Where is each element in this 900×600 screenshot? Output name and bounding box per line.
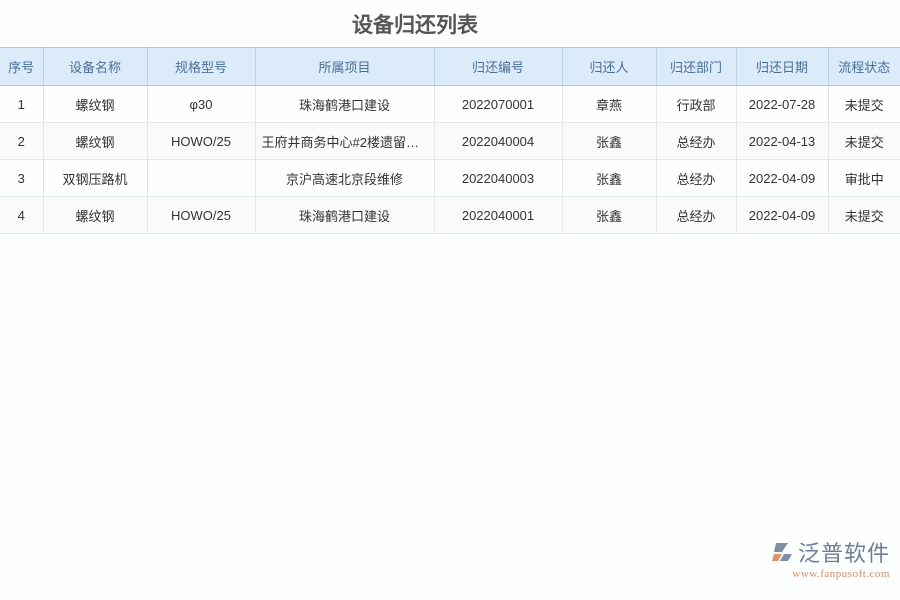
cell-project: 王府井商务中心#2楼遗留问题 [255,123,434,160]
cell-spec [147,160,255,197]
cell-project: 京沪高速北京段维修 [255,160,434,197]
cell-status: 审批中 [828,160,900,197]
cell-device-name: 螺纹钢 [43,123,147,160]
table-row[interactable]: 4螺纹钢HOWO/25珠海鹤港口建设2022040001张鑫总经办2022-04… [0,197,900,234]
col-device-name[interactable]: 设备名称 [43,48,147,86]
cell-return-date: 2022-04-13 [736,123,828,160]
cell-return-date: 2022-07-28 [736,86,828,123]
col-status[interactable]: 流程状态 [828,48,900,86]
cell-device-name: 螺纹钢 [43,86,147,123]
cell-returner: 张鑫 [562,197,656,234]
cell-department: 总经办 [656,123,736,160]
cell-index: 4 [0,197,43,234]
cell-return-date: 2022-04-09 [736,197,828,234]
table-header: 序号 设备名称 规格型号 所属项目 归还编号 归还人 归还部门 归还日期 流程状… [0,48,900,86]
cell-return-no: 2022040003 [434,160,562,197]
cell-project: 珠海鹤港口建设 [255,197,434,234]
cell-device-name: 双钢压路机 [43,160,147,197]
brand-logo: 泛普软件 www.fanpusoft.com [770,536,890,580]
cell-return-no: 2022070001 [434,86,562,123]
cell-return-no: 2022040004 [434,123,562,160]
col-index[interactable]: 序号 [0,48,43,86]
col-department[interactable]: 归还部门 [656,48,736,86]
logo-icon [770,541,794,563]
return-table: 序号 设备名称 规格型号 所属项目 归还编号 归还人 归还部门 归还日期 流程状… [0,47,900,234]
cell-device-name: 螺纹钢 [43,197,147,234]
cell-project: 珠海鹤港口建设 [255,86,434,123]
cell-spec: HOWO/25 [147,123,255,160]
logo-url: www.fanpusoft.com [792,568,890,580]
col-returner[interactable]: 归还人 [562,48,656,86]
table-row[interactable]: 3双钢压路机 京沪高速北京段维修2022040003张鑫总经办2022-04-09… [0,160,900,197]
col-return-no[interactable]: 归还编号 [434,48,562,86]
cell-department: 总经办 [656,160,736,197]
cell-department: 行政部 [656,86,736,123]
cell-return-date: 2022-04-09 [736,160,828,197]
cell-index: 1 [0,86,43,123]
cell-returner: 张鑫 [562,123,656,160]
col-spec[interactable]: 规格型号 [147,48,255,86]
col-project[interactable]: 所属项目 [255,48,434,86]
cell-index: 3 [0,160,43,197]
logo-name: 泛普软件 [798,536,890,568]
table-row[interactable]: 1螺纹钢φ30珠海鹤港口建设2022070001章燕行政部2022-07-28未… [0,86,900,123]
cell-returner: 章燕 [562,86,656,123]
cell-return-no: 2022040001 [434,197,562,234]
cell-status: 未提交 [828,86,900,123]
cell-spec: HOWO/25 [147,197,255,234]
col-return-date[interactable]: 归还日期 [736,48,828,86]
cell-status: 未提交 [828,123,900,160]
page-title: 设备归还列表 [0,9,830,39]
cell-spec: φ30 [147,86,255,123]
cell-status: 未提交 [828,197,900,234]
cell-index: 2 [0,123,43,160]
cell-department: 总经办 [656,197,736,234]
table-row[interactable]: 2螺纹钢HOWO/25王府井商务中心#2楼遗留问题2022040004张鑫总经办… [0,123,900,160]
cell-returner: 张鑫 [562,160,656,197]
